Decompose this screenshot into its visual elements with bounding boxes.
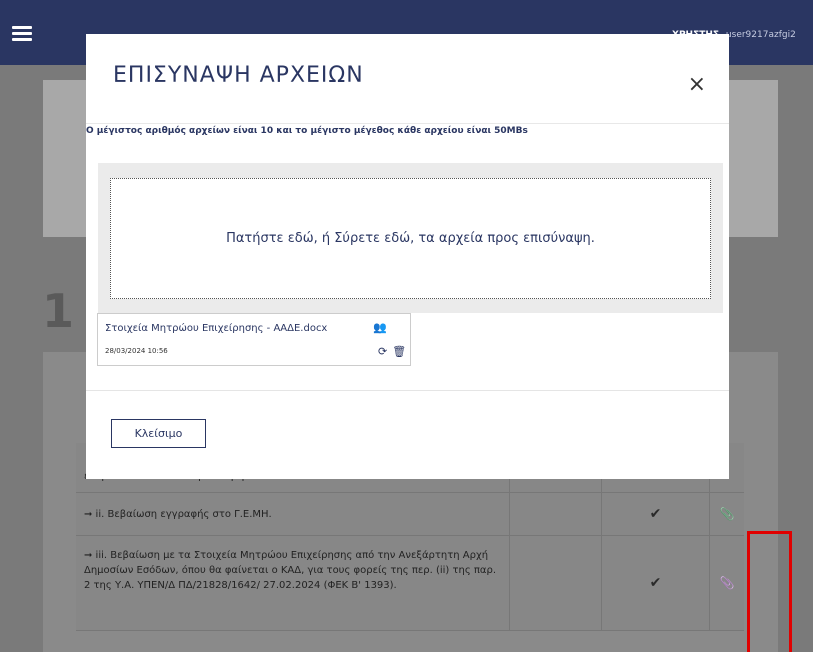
checkmark-icon: ✔ [649, 575, 662, 591]
close-icon[interactable]: × [688, 74, 706, 96]
trash-icon[interactable]: 🗑 [392, 345, 406, 358]
file-name[interactable]: Στοιχεία Μητρώου Επιχείρησης - ΑΑΔΕ.docx [105, 323, 327, 334]
attached-file-card: Στοιχεία Μητρώου Επιχείρησης - ΑΑΔΕ.docx… [97, 313, 411, 366]
row-description: ➞ iii. Βεβαίωση με τα Στοιχεία Μητρώου Ε… [76, 536, 510, 630]
user-id: user9217azfgi2 [725, 30, 796, 40]
hamburger-menu-icon[interactable] [12, 26, 32, 42]
dropzone-text: Πατήστε εδώ, ή Σύρετε εδώ, τα αρχεία προ… [226, 231, 595, 246]
table-row: ➞ ii. Βεβαίωση εγγραφής στο Γ.Ε.ΜΗ. ✔ 📎 [76, 493, 744, 536]
paperclip-icon[interactable]: 📎 [720, 576, 735, 590]
file-limit-text: Ο μέγιστος αριθμός αρχείων είναι 10 και … [86, 126, 528, 136]
file-dropzone[interactable]: Πατήστε εδώ, ή Σύρετε εδώ, τα αρχεία προ… [110, 178, 711, 299]
checkmark-icon: ✔ [649, 506, 662, 522]
attach-files-modal: ΕΠΙΣΥΝΑΨΗ ΑΡΧΕΙΩΝ × Ο μέγιστος αριθμός α… [86, 34, 729, 479]
paperclip-icon[interactable]: 📎 [720, 507, 735, 521]
modal-title: ΕΠΙΣΥΝΑΨΗ ΑΡΧΕΙΩΝ [113, 63, 364, 88]
row-description: ➞ ii. Βεβαίωση εγγραφής στο Γ.Ε.ΜΗ. [76, 493, 510, 535]
users-icon[interactable]: 👥 [373, 321, 387, 334]
file-date: 28/03/2024 10:56 [105, 347, 168, 355]
dropzone-container: Πατήστε εδώ, ή Σύρετε εδώ, τα αρχεία προ… [98, 163, 723, 313]
step-number: 1 [42, 284, 75, 338]
divider [86, 390, 729, 391]
refresh-icon[interactable]: ⟳ [378, 345, 387, 358]
table-row: ➞ iii. Βεβαίωση με τα Στοιχεία Μητρώου Ε… [76, 536, 744, 631]
highlight-box [747, 531, 792, 652]
divider [86, 123, 729, 124]
close-button[interactable]: Κλείσιμο [111, 419, 206, 448]
